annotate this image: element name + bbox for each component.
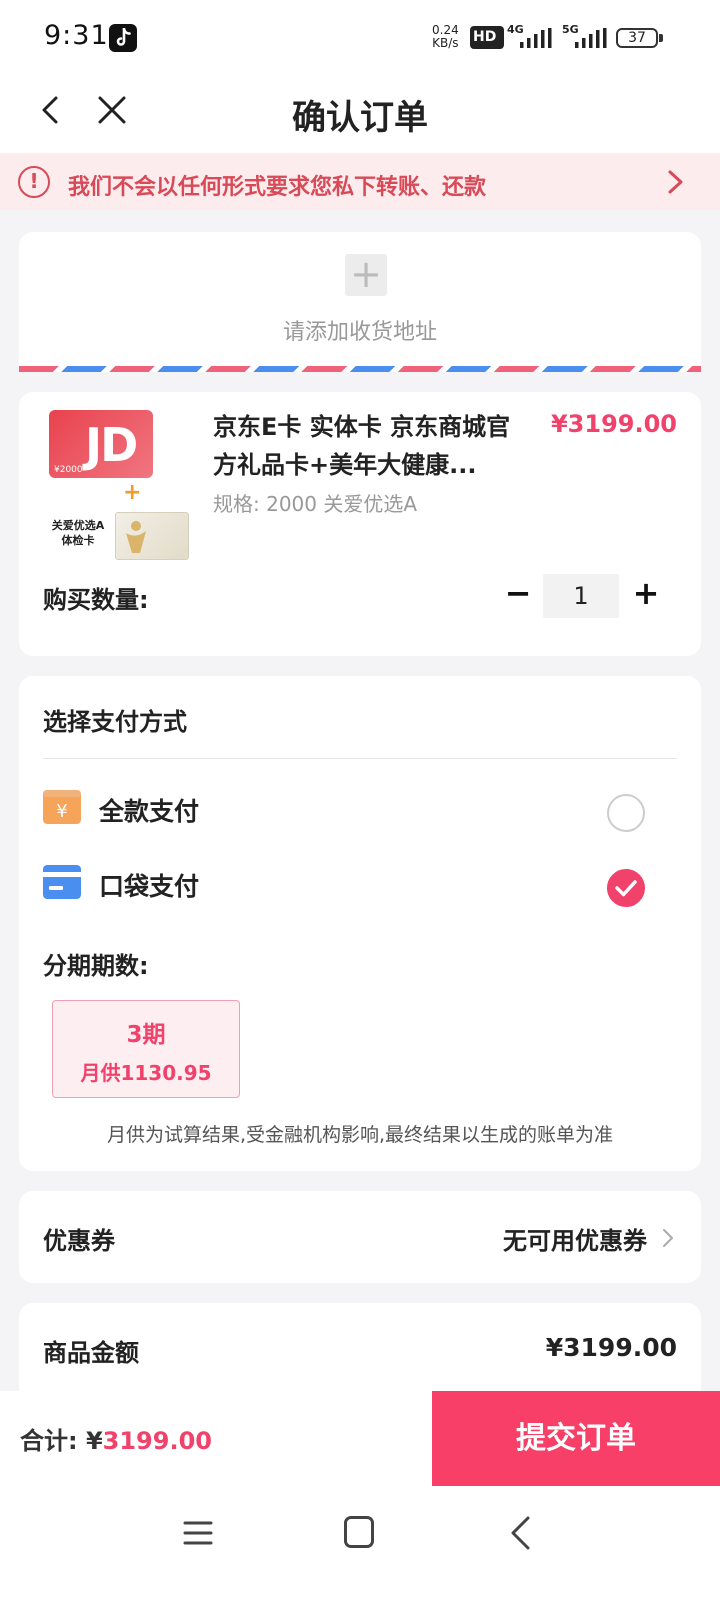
- bundle-plus-icon: +: [123, 480, 142, 505]
- amount-label: 商品金额: [43, 1339, 139, 1367]
- quantity-input[interactable]: 1: [543, 574, 619, 618]
- signal-icon-2: [575, 28, 607, 48]
- plus-icon: +: [345, 254, 387, 296]
- nav-bar: 确认订单: [0, 78, 720, 153]
- system-nav-bar: [0, 1486, 720, 1600]
- radio-selected[interactable]: [607, 869, 645, 907]
- fraud-warning-banner[interactable]: ! 我们不会以任何形式要求您私下转账、还款: [0, 153, 720, 210]
- payment-option-label: 全款支付: [99, 797, 200, 826]
- battery-icon: 37: [616, 28, 658, 48]
- coupon-value: 无可用优惠券: [503, 1227, 647, 1255]
- submit-order-button[interactable]: 提交订单: [432, 1391, 720, 1486]
- add-address-card[interactable]: + 请添加收货地址: [19, 232, 701, 372]
- envelope-stripe: [19, 366, 701, 372]
- speed-unit: KB/s: [432, 36, 459, 50]
- payment-option-full[interactable]: ¥ 全款支付: [19, 784, 701, 844]
- home-icon[interactable]: [344, 1516, 374, 1548]
- check-icon: [615, 880, 637, 897]
- radio-unselected[interactable]: [607, 794, 645, 832]
- installment-monthly: 月供1130.95: [80, 1061, 212, 1085]
- installment-option[interactable]: 3期 月供1130.95: [52, 1000, 240, 1098]
- payment-option-label: 口袋支付: [99, 872, 200, 901]
- page-title: 确认订单: [292, 98, 428, 138]
- divider: [43, 758, 677, 759]
- svg-text:¥: ¥: [56, 801, 67, 822]
- amount-value: ¥3199.00: [545, 1333, 677, 1362]
- chevron-right-icon: [668, 170, 683, 194]
- hd-icon: HD: [470, 26, 504, 49]
- quantity-decrease-button[interactable]: −: [503, 576, 533, 612]
- status-time: 9:31: [44, 20, 109, 51]
- quantity-increase-button[interactable]: +: [631, 576, 661, 612]
- signal-icon: [520, 28, 552, 48]
- product-spec: 规格: 2000 关爱优选A: [213, 492, 418, 516]
- jd-ecard-image: JD ¥2000: [49, 410, 153, 478]
- product-price: ¥3199.00: [550, 410, 677, 438]
- installment-label: 分期期数:: [43, 952, 149, 980]
- yen-wallet-icon: ¥: [43, 790, 81, 824]
- warning-text: 我们不会以任何形式要求您私下转账、还款: [68, 175, 487, 200]
- quantity-label: 购买数量:: [43, 586, 149, 614]
- payment-title: 选择支付方式: [43, 708, 187, 736]
- chevron-right-icon: [663, 1229, 673, 1247]
- status-bar: 9:31 0.24 KB/s HD 4G 5G 37: [0, 0, 720, 78]
- total-label: 合计: ¥: [20, 1427, 103, 1455]
- total-amount: 3199.00: [102, 1427, 212, 1455]
- payment-option-pocket[interactable]: 口袋支付: [19, 859, 701, 919]
- checkout-bar: 合计: ¥3199.00 提交订单: [0, 1391, 720, 1486]
- installment-note: 月供为试算结果,受金融机构影响,最终结果以生成的账单为准: [106, 1124, 614, 1146]
- back-nav-icon[interactable]: [508, 1514, 532, 1552]
- installment-periods: 3期: [126, 1022, 166, 1048]
- battery-tip: [659, 34, 663, 42]
- coupon-row[interactable]: 优惠券 无可用优惠券: [19, 1191, 701, 1283]
- add-address-text: 请添加收货地址: [282, 320, 437, 345]
- menu-icon[interactable]: [182, 1516, 214, 1550]
- product-card: JD ¥2000 + 关爱优选A 体检卡 京东E卡 实体卡 京东商城官方礼品卡+…: [19, 392, 701, 656]
- product-name: 京东E卡 实体卡 京东商城官方礼品卡+美年大健康...: [213, 413, 511, 479]
- network-speed: 0.24 KB/s: [432, 24, 459, 50]
- alert-icon: !: [18, 166, 50, 198]
- tiktok-icon: [109, 24, 137, 52]
- card-amount: ¥2000: [54, 465, 83, 475]
- payment-method-card: 选择支付方式 ¥ 全款支付 口袋支付 分期期数: 3期 月供1130.95 月供…: [19, 676, 701, 1171]
- health-card-image: [115, 512, 189, 560]
- bundle-label: 关爱优选A 体检卡: [51, 519, 105, 547]
- total-summary: 合计: ¥3199.00: [20, 1421, 212, 1456]
- card-icon: [43, 865, 81, 899]
- coupon-label: 优惠券: [43, 1227, 115, 1255]
